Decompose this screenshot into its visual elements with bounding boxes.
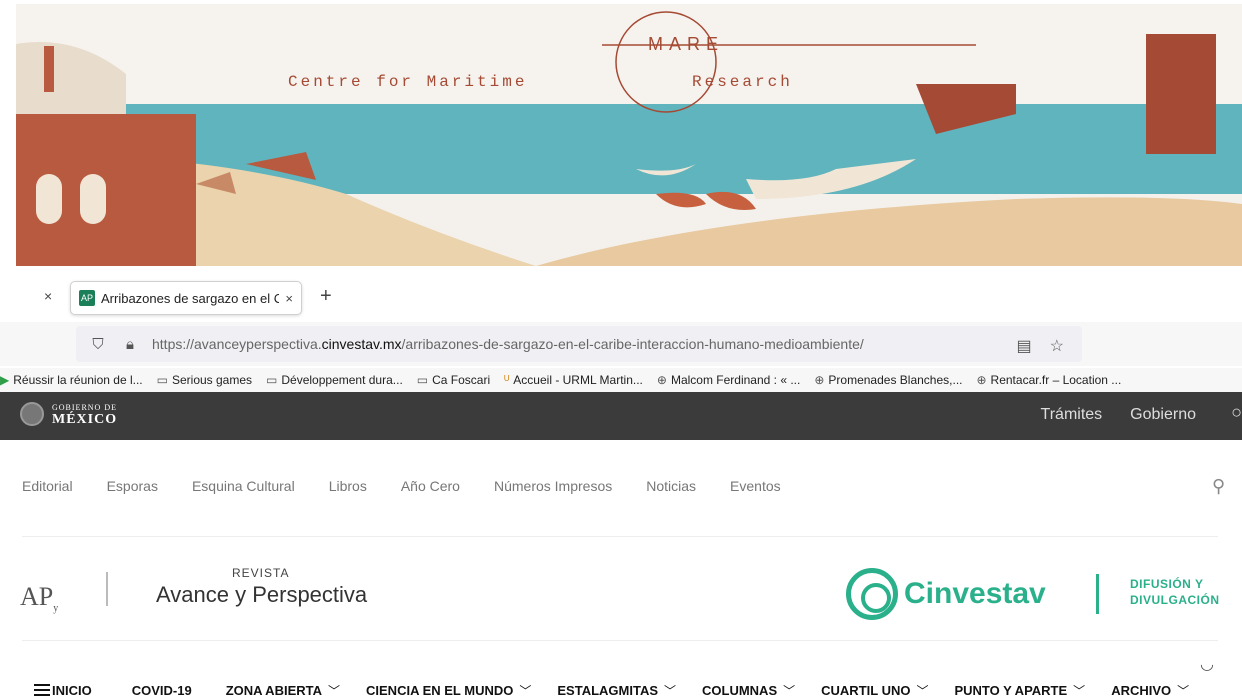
search-icon[interactable]: ○ xyxy=(1231,402,1242,423)
mare-logo-text: MARE xyxy=(648,34,724,54)
tab-favicon-icon: AP xyxy=(79,290,95,306)
url-field[interactable]: ⛉ 🔒︎ https://avanceyperspectiva.cinvesta… xyxy=(76,326,1082,362)
bookmark-item[interactable]: ⊕ Promenades Blanches,... xyxy=(814,373,962,387)
brand-row: APy REVISTA Avance y Perspectiva Cinvest… xyxy=(20,566,1230,628)
tab-title: Arribazones de sargazo en el C xyxy=(101,290,280,306)
nav-esporas[interactable]: Esporas xyxy=(107,478,158,494)
chevron-down-icon: ﹀ xyxy=(328,683,341,698)
urml-icon: ᵁ xyxy=(504,373,510,387)
menu-icon[interactable] xyxy=(34,681,50,699)
gov-link-gobierno[interactable]: Gobierno xyxy=(1130,406,1196,424)
cinvestav-name: Cinvestav xyxy=(904,577,1046,610)
url-text[interactable]: https://avanceyperspectiva.cinvestav.mx/… xyxy=(152,336,864,352)
site-search-icon[interactable]: ⚲ xyxy=(1212,476,1225,497)
chevron-down-icon: ﹀ xyxy=(664,683,677,698)
divider xyxy=(22,640,1218,641)
banner-org-right: Research xyxy=(692,73,793,91)
bookmark-item[interactable]: ᵁ Accueil - URML Martin... xyxy=(504,373,643,387)
nav-ano-cero[interactable]: Año Cero xyxy=(401,478,460,494)
nav-numeros-impresos[interactable]: Números Impresos xyxy=(494,478,612,494)
nav-noticias[interactable]: Noticias xyxy=(646,478,696,494)
tab-strip: × AP Arribazones de sargazo en el C × + xyxy=(0,276,1242,320)
bookmarks-bar: ▶ Réussir la réunion de l... ▭ Serious gam… xyxy=(0,368,1242,392)
pocket-icon[interactable]: ◡ xyxy=(1200,654,1214,674)
gov-logo[interactable]: GOBIERNO DE MÉXICO xyxy=(20,402,118,427)
tab-active[interactable]: AP Arribazones de sargazo en el C × xyxy=(70,281,302,315)
gov-links: Trámites Gobierno xyxy=(1041,406,1196,424)
close-icon[interactable]: × xyxy=(44,288,52,304)
banner-illustration: MARE Centre for Maritime Research xyxy=(16,4,1242,266)
chevron-down-icon: ﹀ xyxy=(916,683,929,698)
nav-editorial[interactable]: Editorial xyxy=(22,478,73,494)
bookmark-item[interactable]: ⊕ Rentacar.fr – Location ... xyxy=(976,373,1121,387)
nav-inicio[interactable]: INICIO xyxy=(34,681,92,699)
nav-ciencia-en-el-mundo[interactable]: CIENCIA EN EL MUNDO ﹀ xyxy=(366,682,531,699)
gov-header: GOBIERNO DE MÉXICO Trámites Gobierno ○ xyxy=(0,392,1242,440)
tab-close-icon[interactable]: × xyxy=(285,291,293,306)
divider xyxy=(22,536,1218,537)
chevron-down-icon: ﹀ xyxy=(519,683,532,698)
gov-logo-bottom: MÉXICO xyxy=(52,412,118,427)
folder-icon: ▭ xyxy=(416,373,429,387)
chevron-down-icon: ﹀ xyxy=(1073,683,1086,698)
revista-label: REVISTA xyxy=(232,566,290,580)
globe-icon: ⊕ xyxy=(656,373,667,387)
globe-icon: ⊕ xyxy=(814,373,825,387)
chevron-down-icon: ﹀ xyxy=(1177,683,1190,698)
divider xyxy=(106,572,108,606)
cinvestav-logo[interactable]: Cinvestav xyxy=(846,568,1046,620)
bookmark-star-icon[interactable]: ☆ xyxy=(1050,336,1064,356)
globe-icon: ⊕ xyxy=(976,373,987,387)
url-actions: ▤ ☆ xyxy=(1017,336,1064,356)
cinvestav-mark-icon xyxy=(846,568,898,620)
shield-icon[interactable]: ⛉ xyxy=(88,336,108,353)
nav-punto-y-aparte[interactable]: PUNTO Y APARTE ﹀ xyxy=(954,682,1085,699)
nav-esquina-cultural[interactable]: Esquina Cultural xyxy=(192,478,295,494)
nav-cuartil-uno[interactable]: CUARTIL UNO ﹀ xyxy=(821,682,928,699)
banner-org-left: Centre for Maritime xyxy=(288,73,527,91)
mare-banner: MARE Centre for Maritime Research xyxy=(16,4,1242,266)
nav-columnas[interactable]: COLUMNAS ﹀ xyxy=(702,682,795,699)
address-bar-row: ⛉ 🔒︎ https://avanceyperspectiva.cinvesta… xyxy=(0,322,1242,673)
nav-zona-abierta[interactable]: ZONA ABIERTA ﹀ xyxy=(226,682,340,699)
divider xyxy=(1096,574,1099,614)
seal-icon xyxy=(20,402,44,426)
nav-archivo[interactable]: ARCHIVO ﹀ xyxy=(1111,682,1189,699)
bookmark-folder[interactable]: ▭ Ca Foscari xyxy=(417,373,490,387)
folder-icon: ▭ xyxy=(266,373,278,387)
difusion-line1: DIFUSIÓN Y xyxy=(1130,577,1204,591)
reader-view-icon[interactable]: ▤ xyxy=(1017,336,1032,356)
chevron-down-icon: ﹀ xyxy=(783,683,796,698)
bookmark-item[interactable]: ▶ Réussir la réunion de l... xyxy=(0,373,143,387)
new-tab-button[interactable]: + xyxy=(320,285,332,308)
revista-name[interactable]: Avance y Perspectiva xyxy=(156,582,367,608)
difusion-line2: DIVULGACIÓN xyxy=(1130,593,1220,607)
folder-icon: ▭ xyxy=(156,373,168,387)
nav-covid[interactable]: COVID-19 xyxy=(132,683,192,698)
bookmark-folder[interactable]: ▭ Serious games xyxy=(157,373,252,387)
nav-estalagmitas[interactable]: ESTALAGMITAS ﹀ xyxy=(557,682,676,699)
gov-link-tramites[interactable]: Trámites xyxy=(1041,406,1103,424)
secondary-nav: Editorial Esporas Esquina Cultural Libro… xyxy=(22,478,781,494)
lock-icon[interactable]: 🔒︎ xyxy=(120,336,140,353)
bookmark-folder[interactable]: ▭ Développement dura... xyxy=(266,373,403,387)
ap-logo[interactable]: APy xyxy=(20,582,58,614)
nav-eventos[interactable]: Eventos xyxy=(730,478,781,494)
main-nav: INICIO COVID-19 ZONA ABIERTA ﹀ CIENCIA EN… xyxy=(0,680,1242,700)
nav-libros[interactable]: Libros xyxy=(329,478,367,494)
bookmark-item[interactable]: ⊕ Malcom Ferdinand : « ... xyxy=(657,373,800,387)
arrow-icon: ▶ xyxy=(0,373,10,387)
difusion-label: DIFUSIÓN Y DIVULGACIÓN xyxy=(1130,576,1220,608)
